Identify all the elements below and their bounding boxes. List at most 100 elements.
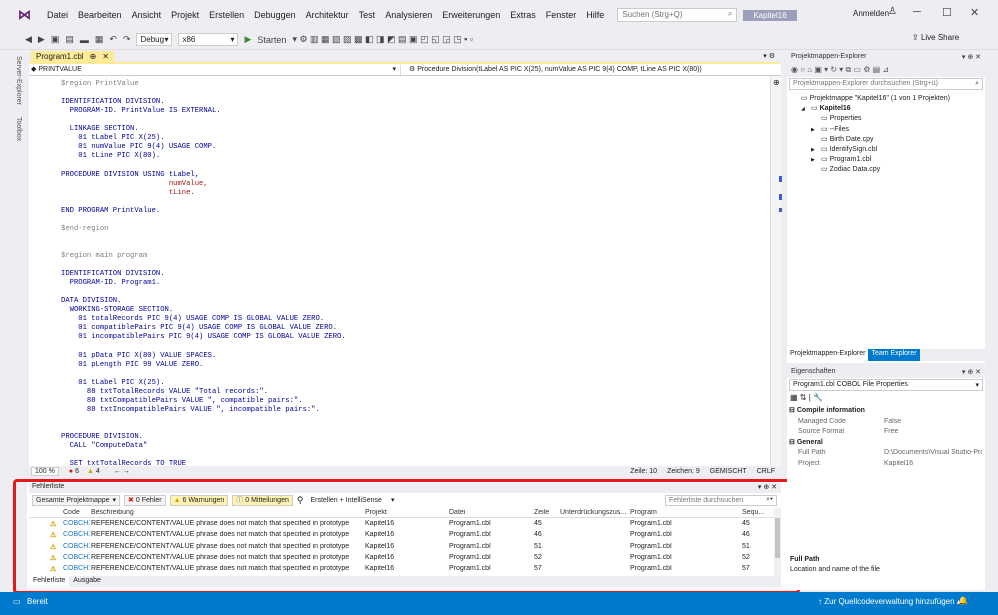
properties-toolbar[interactable]: ▦ ⇅ | 🔧 <box>787 392 985 404</box>
menu-extras[interactable]: Extras <box>505 10 541 20</box>
notification-icon[interactable]: 🔔 <box>958 596 968 605</box>
split-icon[interactable]: ⊕ <box>773 78 780 87</box>
property-value[interactable]: Free <box>884 428 982 435</box>
undo-icon[interactable]: ↶ <box>106 34 120 45</box>
redo-icon[interactable]: ↷ <box>120 34 134 45</box>
signin-link[interactable]: Anmelden <box>853 9 889 18</box>
menu-analysieren[interactable]: Analysieren <box>380 10 437 20</box>
expand-arrow-icon[interactable]: ▶ <box>811 157 821 163</box>
panel-controls-icon[interactable]: ▾ ⊕ ✕ <box>962 53 981 61</box>
menu-projekt[interactable]: Projekt <box>166 10 204 20</box>
property-row[interactable]: Full Path D:\Documents\Visual Studio-Pro <box>787 448 982 458</box>
solution-search-input[interactable]: Projektmappen-Explorer durchsuchen (Strg… <box>789 78 983 90</box>
global-search-input[interactable]: Suchen (Strg+Q) ⌕ <box>617 8 738 22</box>
code-line: 88 txtTotalRecords VALUE "Total records:… <box>61 387 269 396</box>
collapse-icon[interactable]: ⊟ <box>789 439 797 446</box>
zoom-select[interactable]: 100 % <box>31 467 59 476</box>
solution-explorer: Projektmappen-Explorer ▾ ⊕ ✕ ◉ ○ ⌂ ▣ ▾ ↻ … <box>787 51 985 363</box>
server-explorer-tab[interactable]: Server-Explorer <box>15 56 22 105</box>
property-value[interactable]: Kapitel16 <box>884 460 982 467</box>
menu-ansicht[interactable]: Ansicht <box>127 10 167 20</box>
menu-erstellen[interactable]: Erstellen <box>204 10 249 20</box>
expand-arrow-icon[interactable]: ▶ <box>811 147 821 153</box>
tree-item[interactable]: ▶ ▭ IdentifySign.cbl <box>811 145 877 153</box>
minimize-icon[interactable]: ─ <box>913 6 921 18</box>
code-editor[interactable]: $region PrintValue IDENTIFICATION DIVISIO… <box>29 76 770 466</box>
code-line: 01 pData PIC X(80) VALUE SPACES. <box>61 351 217 360</box>
tree-item-label: Program1.cbl <box>829 156 872 164</box>
account-icon[interactable]: ♙ <box>888 6 897 17</box>
platform-select[interactable]: x86 ▾ <box>178 33 239 46</box>
error-icon[interactable]: ● <box>69 468 73 475</box>
error-count[interactable]: 6 <box>75 468 79 475</box>
tree-item[interactable]: ▭ Zodiac Data.cpy <box>811 165 880 173</box>
nav-arrows-icon[interactable]: ← → <box>114 468 130 475</box>
tab-solution-explorer[interactable]: Projektmappen-Explorer <box>787 349 869 361</box>
code-line: 01 tLabel PIC X(25). <box>61 134 165 143</box>
warning-count[interactable]: 4 <box>96 468 100 475</box>
tree-item[interactable]: ▶ ▭ Program1.cbl <box>811 155 871 163</box>
configuration-select[interactable]: Debug ▾ <box>136 33 173 46</box>
property-section[interactable]: ⊟ General <box>787 438 982 448</box>
chevron-down-icon: ▾ <box>975 382 979 389</box>
property-value[interactable]: D:\Documents\Visual Studio-Pro <box>884 449 982 456</box>
solution-toolbar[interactable]: ◉ ○ ⌂ ▣ ▾ ↻ ▾ ⧉ ▭ ⚙ ▤ ⊿ <box>787 63 985 77</box>
toolbox-tab[interactable]: Toolbox <box>15 117 22 141</box>
tab-team-explorer[interactable]: Team Explorer <box>868 349 920 361</box>
collapse-icon[interactable]: ⊟ <box>789 407 797 414</box>
tab-program1[interactable]: Program1.cbl ⊕ ✕ <box>31 51 114 64</box>
panel-controls-icon[interactable]: ▾ ⊕ ✕ <box>962 368 981 376</box>
expand-arrow-icon[interactable]: ▶ <box>811 127 821 133</box>
expand-arrow-icon[interactable]: ◢ <box>801 106 811 112</box>
properties-object-select[interactable]: Program1.cbl COBOL File Properties ▾ <box>789 379 983 391</box>
property-row[interactable]: Managed Code False <box>787 417 982 427</box>
open-icon[interactable]: ▤ <box>62 34 77 45</box>
start-button[interactable]: Starten <box>254 35 289 45</box>
chevron-down-icon: ▾ <box>392 66 396 73</box>
code-line: CALL "ComputeData" <box>61 442 148 450</box>
close-icon[interactable]: ✕ <box>970 6 979 19</box>
tab-dropdown-icon[interactable]: ▾ ⚙ <box>763 52 775 60</box>
type-dropdown[interactable]: ◆ PRINTVALUE ▾ <box>31 65 401 75</box>
menu-erweiterungen[interactable]: Erweiterungen <box>437 10 505 20</box>
source-control-button[interactable]: ↑ Zur Quellcodeverwaltung hinzufügen ▴ <box>818 597 961 606</box>
tree-item[interactable]: ▭ Properties <box>811 114 861 122</box>
property-section[interactable]: ⊟ Compile information <box>787 406 982 416</box>
property-value[interactable]: False <box>884 418 982 425</box>
play-icon[interactable]: ▶ <box>241 34 254 45</box>
new-project-icon[interactable]: ▣ <box>48 34 63 45</box>
menu-test[interactable]: Test <box>354 10 381 20</box>
tree-item[interactable]: ▭ Birth Date.cpy <box>811 135 874 143</box>
properties-object-value: Program1.cbl COBOL File Properties <box>793 381 908 388</box>
menu-fenster[interactable]: Fenster <box>541 10 582 20</box>
menu-debuggen[interactable]: Debuggen <box>249 10 301 20</box>
property-row[interactable]: Project Kapitel16 <box>787 459 982 469</box>
menu-bearbeiten[interactable]: Bearbeiten <box>73 10 127 20</box>
tree-item[interactable]: ▶ ▭ --Files <box>811 125 849 133</box>
line-ending-indicator[interactable]: CRLF <box>757 468 775 475</box>
back-icon[interactable]: ◀ <box>22 34 35 45</box>
tree-item[interactable]: ▭ Projektmappe "Kapitel16" (1 von 1 Proj… <box>791 94 950 102</box>
live-share-button[interactable]: ⇪ Live Share <box>912 33 959 42</box>
member-dropdown[interactable]: ⚙ Procedure Division(tLabel AS PIC X(25)… <box>409 65 779 75</box>
close-tab-icon[interactable]: ✕ <box>102 52 109 63</box>
editor-status-bar: 100 % ● 6 ▲ 4 ← → Zeile: 10 Zeichen: 9 G… <box>29 466 781 477</box>
visual-studio-logo-icon: ⋈ <box>18 7 31 22</box>
tabs-mode-indicator[interactable]: GEMISCHT <box>710 468 747 475</box>
toolbar-tools-icon[interactable]: ▾ ⚙ ▥ ▦ ▧ ▨ ▩ ◧ ◨ ◩ ▤ ▣ ◰ ◱ ◲ ◳ ▪ ▫ <box>289 34 476 45</box>
save-icon[interactable]: ▬ <box>77 35 92 45</box>
tree-item[interactable]: ◢ ▭ Kapitel16 <box>801 104 851 112</box>
forward-icon[interactable]: ▶ <box>35 34 48 45</box>
file-icon: ▭ <box>821 115 830 123</box>
save-all-icon[interactable]: ▦ <box>92 34 107 45</box>
warning-icon[interactable]: ▲ <box>87 468 94 475</box>
method-icon: ⚙ <box>409 66 416 73</box>
menu-hilfe[interactable]: Hilfe <box>581 10 609 20</box>
menu-bar: ⋈ Datei Bearbeiten Ansicht Projekt Erste… <box>0 0 998 30</box>
menu-datei[interactable]: Datei <box>42 10 73 20</box>
editor-scrollbar[interactable]: ⊕ <box>770 76 782 466</box>
pin-icon[interactable]: ⊕ <box>90 52 97 63</box>
property-row[interactable]: Source Format Free <box>787 427 982 437</box>
menu-architektur[interactable]: Architektur <box>301 10 354 20</box>
maximize-icon[interactable]: ☐ <box>942 6 952 19</box>
